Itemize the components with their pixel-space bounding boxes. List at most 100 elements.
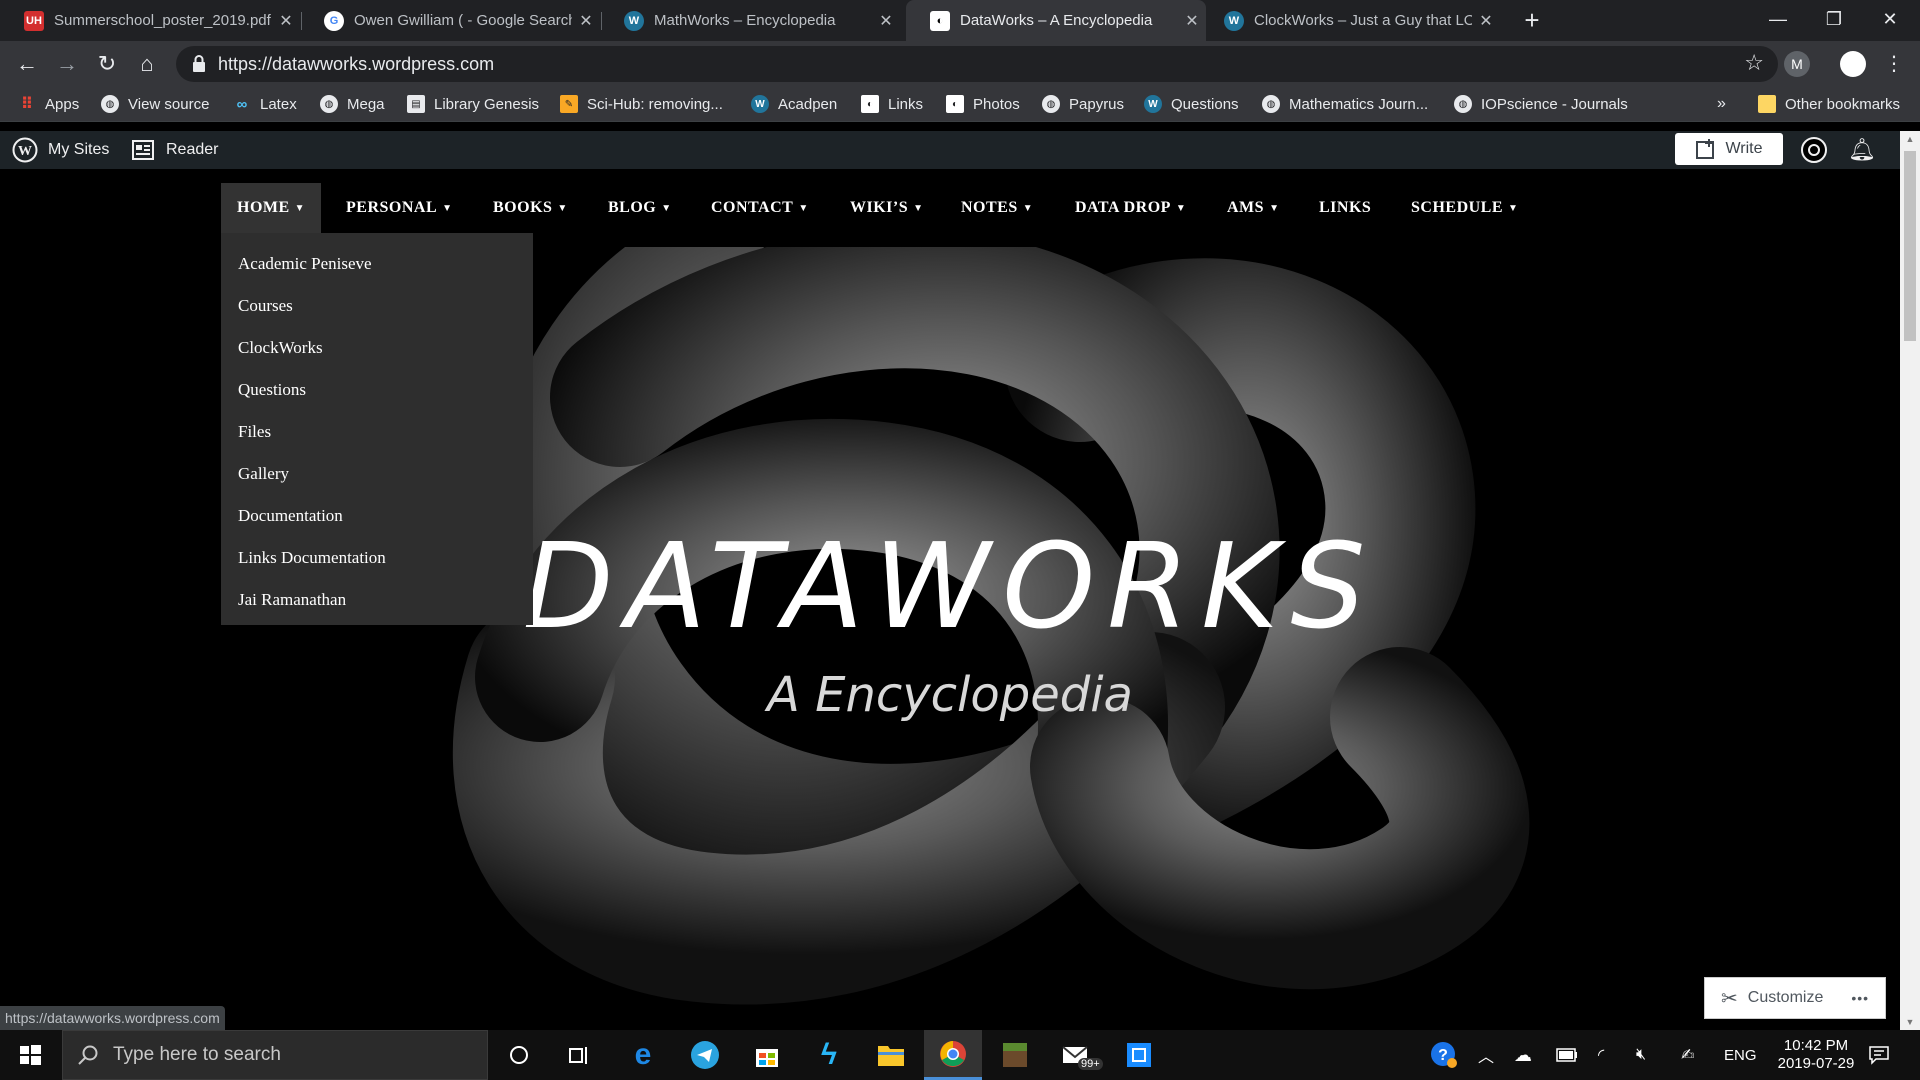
action-center-icon[interactable] (1868, 1030, 1890, 1080)
scroll-down-arrow-icon[interactable]: ▼ (1900, 1014, 1920, 1030)
dropdown-item[interactable]: Gallery (221, 453, 533, 495)
bookmarks-overflow-button[interactable]: » (1717, 87, 1726, 121)
reader-button[interactable]: Reader (132, 131, 218, 169)
svg-text:?: ? (1438, 1047, 1448, 1064)
nav-contact[interactable]: CONTACT ▼ (711, 183, 809, 233)
bookmark-item[interactable]: W Questions (1144, 87, 1239, 121)
task-view-icon[interactable] (551, 1030, 609, 1080)
onedrive-cloud-icon[interactable]: ☁ (1514, 1030, 1532, 1080)
close-tab-icon[interactable]: ✕ (272, 11, 300, 31)
my-sites-button[interactable]: W My Sites (12, 131, 109, 169)
tab-strip: UH Summerschool_poster_2019.pdf ✕ G Owen… (0, 0, 1920, 41)
dropdown-item[interactable]: Files (221, 411, 533, 453)
extension-icon[interactable] (1840, 51, 1866, 77)
show-hidden-icons-chevron-up-icon[interactable]: ︿ (1478, 1030, 1494, 1080)
address-bar[interactable]: https://datawworks.wordpress.com ☆ (176, 46, 1778, 82)
nav-label: HOME (237, 199, 290, 216)
profile-avatar[interactable]: M (1784, 51, 1810, 77)
language-indicator[interactable]: ENG (1724, 1030, 1757, 1080)
menu-kebab-icon[interactable]: ⋮ (1879, 49, 1909, 79)
back-button[interactable]: ← (12, 49, 42, 79)
new-tab-button[interactable]: + (1518, 6, 1546, 34)
scroll-up-arrow-icon[interactable]: ▲ (1900, 131, 1920, 147)
browser-tab[interactable]: G Owen Gwilliam ( - Google Search ✕ (300, 0, 600, 41)
bookmark-item[interactable]: ✎ Sci-Hub: removing... (560, 87, 723, 121)
bookmark-item[interactable]: ◐ Links (861, 87, 923, 121)
store-icon[interactable] (738, 1030, 796, 1080)
close-tab-icon[interactable]: ✕ (572, 11, 600, 31)
close-window-button[interactable]: ✕ (1862, 0, 1918, 41)
dropdown-item[interactable]: Questions (221, 369, 533, 411)
chevron-down-icon: ▼ (913, 202, 924, 214)
bookmark-item[interactable]: ◐ Photos (946, 87, 1020, 121)
browser-tab[interactable]: UH Summerschool_poster_2019.pdf ✕ (0, 0, 300, 41)
help-icon[interactable]: ? (1430, 1030, 1458, 1080)
bookmark-item[interactable]: W Acadpen (751, 87, 837, 121)
nav-schedule[interactable]: SCHEDULE ▼ (1411, 183, 1518, 233)
bookmark-item[interactable]: ◍ Mathematics Journ... (1262, 87, 1428, 121)
chevron-down-icon: ▼ (1022, 202, 1034, 214)
chrome-taskbar-icon[interactable] (924, 1030, 982, 1080)
write-button[interactable]: Write (1675, 133, 1783, 165)
dropdown-item[interactable]: Links Documentation (221, 537, 533, 579)
dropdown-item[interactable]: Courses (221, 285, 533, 327)
nav-home[interactable]: HOME ▼ (221, 183, 322, 233)
nav-ams[interactable]: AMS ▼ (1227, 183, 1279, 233)
mail-icon[interactable]: 99+ (1048, 1030, 1106, 1080)
home-button[interactable]: ⌂ (132, 49, 162, 79)
nav-personal[interactable]: PERSONAL ▼ (346, 183, 453, 233)
reload-button[interactable]: ↻ (92, 49, 122, 79)
file-explorer-icon[interactable] (862, 1030, 920, 1080)
browser-tab-active[interactable]: ◐ DataWorks – A Encyclopedia ✕ (906, 0, 1206, 41)
bookmark-item[interactable]: ∞ Latex (233, 87, 297, 121)
url-text: https://datawworks.wordpress.com (218, 54, 495, 74)
minecraft-icon[interactable] (986, 1030, 1044, 1080)
snipping-tool-icon[interactable] (1110, 1030, 1168, 1080)
telegram-icon[interactable] (676, 1030, 734, 1080)
volume-muted-icon[interactable]: 🔇︎ (1636, 1030, 1646, 1080)
start-button[interactable] (0, 1030, 60, 1080)
bookmark-item[interactable]: ▤ Library Genesis (407, 87, 539, 121)
scrollbar-thumb[interactable] (1904, 151, 1916, 341)
minimize-button[interactable]: — (1750, 0, 1806, 41)
bookmark-star-icon[interactable]: ☆ (1744, 50, 1764, 76)
nav-blog[interactable]: BLOG ▼ (608, 183, 672, 233)
battery-icon[interactable] (1556, 1030, 1578, 1080)
nav-wikis[interactable]: WIKI’S ▼ (850, 183, 924, 233)
dropdown-item[interactable]: ClockWorks (221, 327, 533, 369)
nav-books[interactable]: BOOKS ▼ (493, 183, 568, 233)
browser-tab[interactable]: W MathWorks – Encyclopedia ✕ (600, 0, 900, 41)
wifi-icon[interactable]: ◜ (1598, 1030, 1604, 1080)
dropdown-item[interactable]: Jai Ramanathan (221, 579, 533, 621)
clock[interactable]: 10:42 PM 2019-07-29 (1774, 1030, 1858, 1080)
more-options-icon[interactable]: ••• (1851, 990, 1869, 1006)
edge-icon[interactable]: e (614, 1030, 672, 1080)
page-scrollbar[interactable]: ▲ ▼ (1900, 131, 1920, 1030)
nav-links[interactable]: LINKS (1319, 183, 1371, 233)
bookmark-item[interactable]: ◍ Mega (320, 87, 385, 121)
dropdown-item[interactable]: Academic Peniseve (221, 243, 533, 285)
other-bookmarks[interactable]: Other bookmarks (1758, 87, 1900, 121)
browser-tab[interactable]: W ClockWorks – Just a Guy that LOV ✕ (1200, 0, 1500, 41)
close-tab-icon[interactable]: ✕ (1472, 11, 1500, 31)
nav-data-drop[interactable]: DATA DROP ▼ (1075, 183, 1186, 233)
cortana-icon[interactable] (490, 1030, 548, 1080)
bookmark-item[interactable]: ◍ IOPscience - Journals (1454, 87, 1628, 121)
pen-icon[interactable]: ✍ (1681, 1030, 1694, 1080)
chevron-down-icon: ▼ (294, 202, 306, 214)
notifications-bell-icon[interactable]: 🔔︎ (1848, 131, 1876, 169)
restore-button[interactable]: ❐ (1806, 0, 1862, 41)
close-tab-icon[interactable]: ✕ (872, 11, 900, 31)
dropdown-item[interactable]: Documentation (221, 495, 533, 537)
taskbar-search[interactable]: Type here to search (62, 1030, 488, 1080)
account-avatar[interactable] (1800, 131, 1828, 169)
bookmark-label: Apps (45, 95, 80, 113)
customize-button[interactable]: ✂ Customize ••• (1704, 977, 1886, 1019)
bookmark-item[interactable]: ◍ Papyrus (1042, 87, 1124, 121)
bookmark-label: Papyrus (1069, 95, 1125, 113)
code-editor-icon[interactable]: ϟ (800, 1030, 858, 1080)
nav-notes[interactable]: NOTES ▼ (961, 183, 1033, 233)
bookmark-apps[interactable]: ⠿ Apps (18, 87, 79, 121)
forward-button[interactable]: → (52, 49, 82, 79)
bookmark-item[interactable]: ◍ View source (101, 87, 209, 121)
